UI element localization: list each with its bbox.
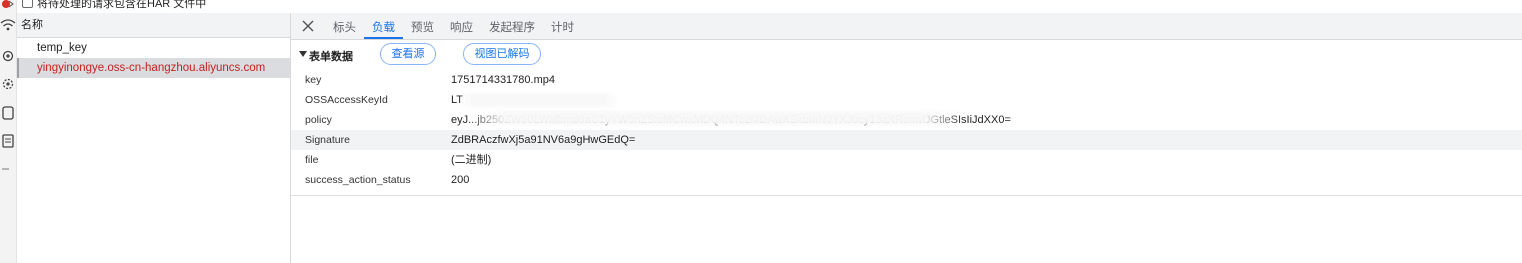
form-key: policy — [305, 114, 332, 126]
tab-initiator[interactable]: 发起程序 — [481, 13, 543, 39]
tab-preview[interactable]: 预览 — [403, 13, 442, 39]
section-title: 表单数据 — [309, 51, 353, 63]
form-row: success_action_status 200 — [291, 170, 1522, 190]
detail-tabs: 标头 负载 预览 响应 发起程序 计时 — [325, 13, 582, 39]
form-key: file — [305, 154, 319, 166]
wifi-icon[interactable] — [0, 18, 16, 32]
record-icon[interactable] — [0, 0, 16, 14]
form-key: Signature — [305, 134, 350, 146]
document-icon[interactable] — [0, 134, 16, 148]
form-data-rows: key 1751714331780.mp4 OSSAccessKeyId LT … — [291, 70, 1522, 190]
form-row: file (二进制) — [291, 150, 1522, 170]
icon-rail — [0, 0, 17, 263]
form-value: 1751714331780.mp4 — [451, 74, 555, 86]
tab-timing[interactable]: 计时 — [543, 13, 582, 39]
form-key: key — [305, 74, 322, 86]
list-item-selected[interactable]: yingyinongye.oss-cn-hangzhou.aliyuncs.co… — [17, 58, 290, 78]
view-decoded-button[interactable]: 视图已解码 — [463, 43, 541, 65]
form-key: success_action_status — [305, 174, 411, 186]
list-header-name[interactable]: 名称 — [17, 13, 290, 38]
form-row: key 1751714331780.mp4 — [291, 70, 1522, 90]
form-value: ZdBRAczfwXj5a91NV6a9gHwGEdQ= — [451, 134, 636, 146]
har-checkbox-label: 将待处理的请求包含在HAR 文件中 — [37, 0, 207, 10]
redaction-mask — [465, 111, 965, 125]
devtools-network-panel: 将待处理的请求包含在HAR 文件中 名称 temp_key yingyinong… — [0, 0, 1522, 263]
har-checkbox[interactable] — [22, 0, 33, 8]
form-data-section-header[interactable]: 表单数据 查看源 视图已解码 — [291, 40, 1522, 68]
gear-icon[interactable] — [0, 77, 16, 91]
har-option-row: 将待处理的请求包含在HAR 文件中 — [17, 0, 1522, 12]
request-list: 名称 temp_key yingyinongye.oss-cn-hangzhou… — [17, 13, 291, 263]
form-row: policy eyJ...jb250ZW50LWxlbmd0aC1yYW5nZS… — [291, 110, 1522, 130]
list-item[interactable]: temp_key — [17, 38, 290, 58]
form-value: (二进制) — [451, 154, 492, 166]
form-row: OSSAccessKeyId LT — [291, 90, 1522, 110]
detail-tabbar: 标头 负载 预览 响应 发起程序 计时 — [291, 13, 1522, 40]
form-key: OSSAccessKeyId — [305, 94, 388, 106]
request-details: 标头 负载 预览 响应 发起程序 计时 表单数据 查看源 视图已解码 key 1… — [291, 13, 1522, 263]
tab-response[interactable]: 响应 — [442, 13, 481, 39]
tab-payload[interactable]: 负载 — [364, 13, 403, 39]
form-value: 200 — [451, 174, 470, 186]
gear-icon[interactable] — [0, 49, 16, 63]
form-row: Signature ZdBRAczfwXj5a91NV6a9gHwGEdQ= — [291, 130, 1522, 150]
triangle-down-icon[interactable] — [299, 51, 307, 57]
device-icon[interactable] — [0, 106, 16, 120]
tab-headers[interactable]: 标头 — [325, 13, 364, 39]
section-divider — [291, 195, 1522, 196]
close-icon[interactable] — [301, 19, 315, 33]
dash-icon — [0, 162, 16, 176]
redaction-mask — [459, 93, 619, 107]
view-source-button[interactable]: 查看源 — [380, 43, 436, 65]
